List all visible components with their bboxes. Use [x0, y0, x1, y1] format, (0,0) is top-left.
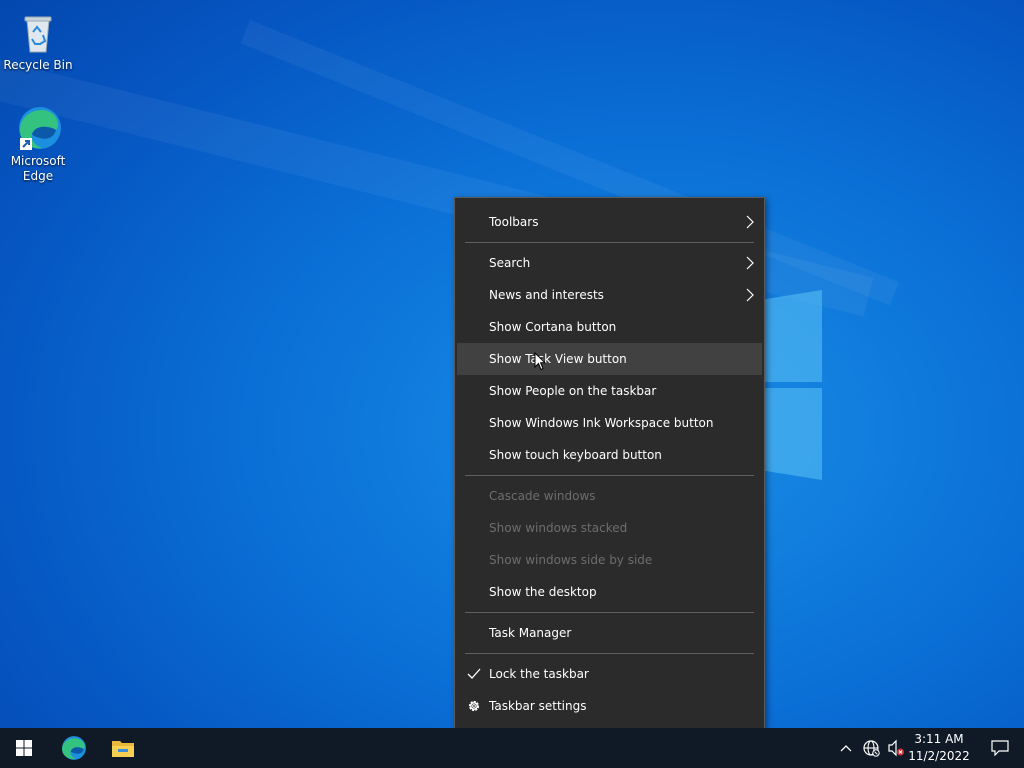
- menu-item-label: Show windows stacked: [489, 521, 628, 535]
- menu-separator: [465, 653, 754, 654]
- taskbar-file-explorer-button[interactable]: [99, 728, 147, 768]
- menu-item-label: Show the desktop: [489, 585, 597, 599]
- network-globe-icon: [863, 740, 880, 757]
- windows-start-icon: [16, 740, 32, 756]
- clock-date: 11/2/2022: [908, 749, 970, 763]
- menu-item-show-task-view-button[interactable]: Show Task View button: [457, 343, 762, 375]
- menu-item-label: Taskbar settings: [489, 699, 587, 713]
- menu-item-show-cortana-button[interactable]: Show Cortana button: [457, 311, 762, 343]
- desktop-icon-label: Recycle Bin: [3, 58, 73, 72]
- menu-item-show-windows-side-by-side: Show windows side by side: [457, 544, 762, 576]
- menu-item-label: Toolbars: [489, 215, 539, 229]
- menu-item-label: Show Task View button: [489, 352, 627, 366]
- desktop-icon-recycle-bin[interactable]: Recycle Bin: [0, 8, 76, 73]
- menu-item-show-windows-stacked: Show windows stacked: [457, 512, 762, 544]
- edge-icon: [62, 736, 86, 760]
- menu-item-label: Show Cortana button: [489, 320, 617, 334]
- mouse-cursor-icon: [534, 352, 546, 371]
- menu-item-toolbars[interactable]: Toolbars: [457, 206, 762, 238]
- notification-icon: [991, 740, 1009, 756]
- taskbar-context-menu: Toolbars Search News and interests Show …: [454, 197, 765, 730]
- clock-time: 3:11 AM: [914, 732, 964, 746]
- menu-item-taskbar-settings[interactable]: Taskbar settings: [457, 690, 762, 722]
- desktop-icon-microsoft-edge[interactable]: Microsoft Edge: [0, 104, 76, 184]
- clock[interactable]: 3:11 AM 11/2/2022: [906, 731, 972, 765]
- menu-separator: [465, 475, 754, 476]
- network-button[interactable]: [858, 728, 884, 768]
- menu-item-label: Search: [489, 256, 531, 270]
- menu-item-cascade-windows: Cascade windows: [457, 480, 762, 512]
- chevron-up-icon: [840, 745, 852, 752]
- windows-logo-wallpaper: [760, 290, 822, 480]
- menu-item-task-manager[interactable]: Task Manager: [457, 617, 762, 649]
- menu-item-label: Cascade windows: [489, 489, 596, 503]
- menu-item-label: Show People on the taskbar: [489, 384, 657, 398]
- menu-item-show-people[interactable]: Show People on the taskbar: [457, 375, 762, 407]
- menu-item-label: News and interests: [489, 288, 604, 302]
- menu-item-show-touch-keyboard[interactable]: Show touch keyboard button: [457, 439, 762, 471]
- chevron-right-icon: [746, 256, 754, 270]
- chevron-right-icon: [746, 288, 754, 302]
- action-center-button[interactable]: [976, 728, 1024, 768]
- menu-item-label: Lock the taskbar: [489, 667, 589, 681]
- menu-item-label: Show Windows Ink Workspace button: [489, 416, 714, 430]
- menu-item-label: Show touch keyboard button: [489, 448, 662, 462]
- show-hidden-icons-button[interactable]: [834, 728, 858, 768]
- recycle-bin-icon: [24, 16, 52, 53]
- chevron-right-icon: [746, 215, 754, 229]
- edge-icon: [19, 107, 61, 150]
- menu-separator: [465, 242, 754, 243]
- menu-item-search[interactable]: Search: [457, 247, 762, 279]
- menu-item-lock-the-taskbar[interactable]: Lock the taskbar: [457, 658, 762, 690]
- menu-item-news-and-interests[interactable]: News and interests: [457, 279, 762, 311]
- checkmark-icon: [467, 668, 481, 679]
- menu-separator: [465, 612, 754, 613]
- taskbar[interactable]: 3:11 AM 11/2/2022: [0, 728, 1024, 768]
- file-explorer-icon: [112, 741, 134, 757]
- gear-icon: [468, 700, 480, 712]
- menu-item-label: Task Manager: [489, 626, 572, 640]
- menu-item-show-ink-workspace[interactable]: Show Windows Ink Workspace button: [457, 407, 762, 439]
- menu-item-show-the-desktop[interactable]: Show the desktop: [457, 576, 762, 608]
- volume-button[interactable]: [884, 728, 908, 768]
- taskbar-edge-button[interactable]: [50, 728, 98, 768]
- start-button[interactable]: [0, 728, 48, 768]
- volume-muted-icon: [888, 739, 904, 757]
- desktop-icon-label: Microsoft Edge: [10, 154, 66, 183]
- menu-item-label: Show windows side by side: [489, 553, 653, 567]
